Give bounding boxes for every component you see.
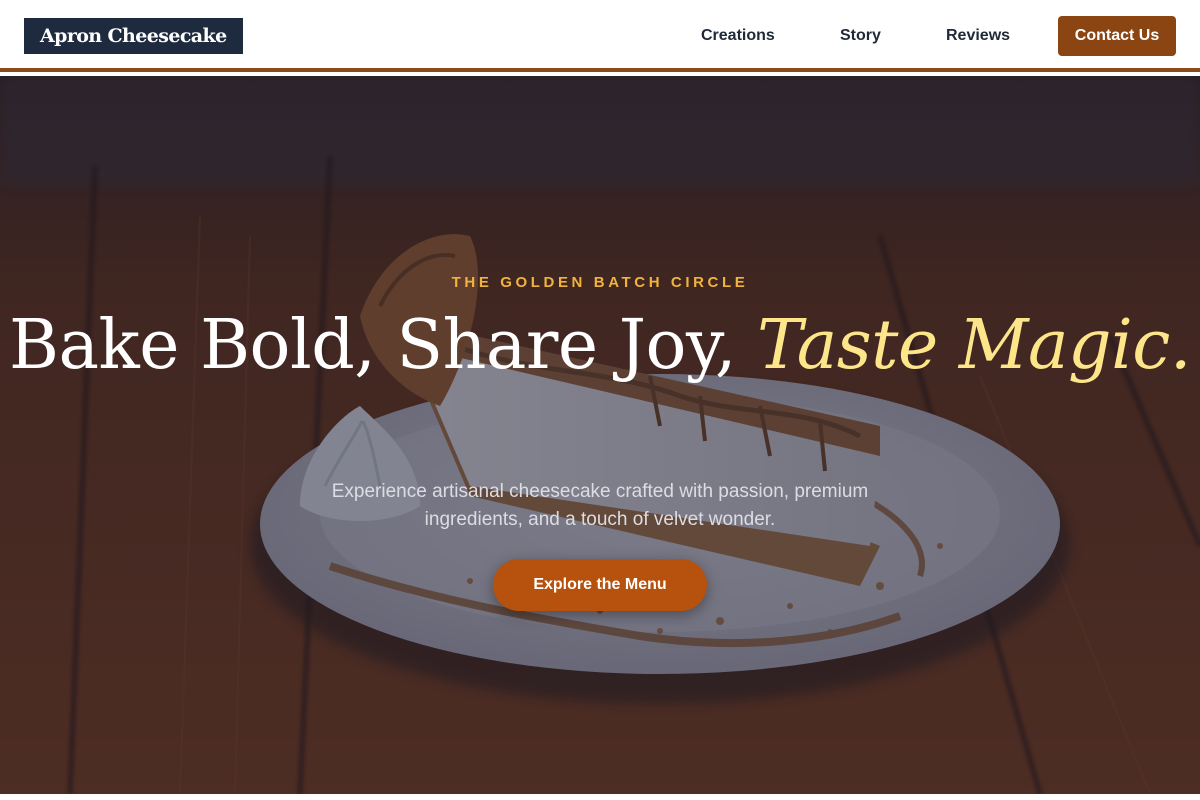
- headline-accent: Taste Magic.: [757, 306, 1191, 385]
- nav-link-creations[interactable]: Creations: [701, 0, 775, 72]
- nav-link-reviews[interactable]: Reviews: [946, 0, 1010, 72]
- brand-logo[interactable]: Apron Cheesecake: [24, 18, 243, 54]
- hero-content: THE GOLDEN BATCH CIRCLE Bake Bold, Share…: [0, 76, 1200, 794]
- hero-eyebrow: THE GOLDEN BATCH CIRCLE: [451, 274, 749, 291]
- explore-menu-button[interactable]: Explore the Menu: [493, 559, 707, 611]
- hero-section: THE GOLDEN BATCH CIRCLE Bake Bold, Share…: [0, 76, 1200, 794]
- hero-headline: Bake Bold, Share Joy, Taste Magic.: [0, 308, 1200, 384]
- headline-plain: Bake Bold, Share Joy,: [9, 306, 736, 385]
- nav-link-story[interactable]: Story: [840, 0, 881, 72]
- site-header: Apron Cheesecake Creations Story Reviews…: [0, 0, 1200, 72]
- contact-us-button[interactable]: Contact Us: [1058, 16, 1176, 56]
- hero-subtext: Experience artisanal cheesecake crafted …: [331, 481, 869, 530]
